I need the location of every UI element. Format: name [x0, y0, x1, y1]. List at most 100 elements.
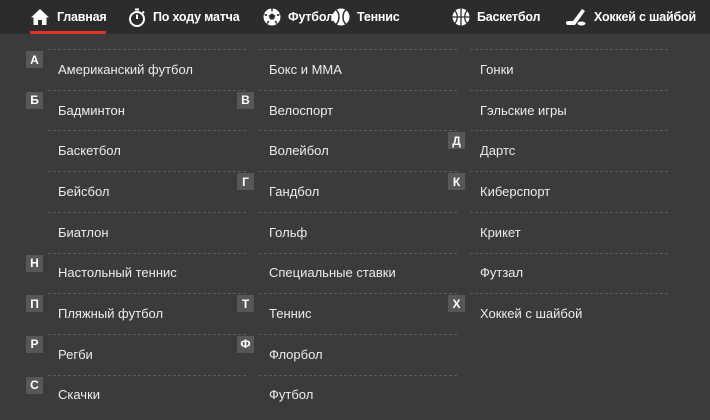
- row-divider: [470, 293, 668, 295]
- sport-list-item[interactable]: Н Настольный теннис: [26, 252, 246, 294]
- sport-list-item[interactable]: П Пляжный футбол: [26, 293, 246, 334]
- top-navigation-bar: Главная По ходу матча Футбол Теннис Баскетбо…: [0, 0, 710, 34]
- row-divider: [470, 130, 668, 132]
- sport-list-item[interactable]: Ф Флорбол: [237, 333, 457, 375]
- sport-list-item[interactable]: Баскетбол: [26, 130, 246, 171]
- sport-link[interactable]: Регби: [58, 347, 93, 362]
- sport-list-item[interactable]: Г Гандбол: [237, 171, 457, 212]
- row-divider: [48, 130, 246, 132]
- sport-link[interactable]: Бокс и ММА: [269, 62, 342, 77]
- row-divider: [470, 211, 668, 213]
- sport-list-item[interactable]: Гольф: [237, 211, 457, 253]
- alphabet-letter-badge: С: [26, 376, 43, 394]
- nav-tab-5[interactable]: Хоккей с шайбой: [565, 0, 696, 34]
- basketball-icon: [452, 8, 470, 26]
- nav-tab-label: По ходу матча: [153, 10, 240, 24]
- sport-link[interactable]: Бейсбол: [58, 184, 110, 199]
- nav-tab-label: Теннис: [357, 10, 400, 24]
- row-divider: [259, 211, 457, 213]
- sport-list-item[interactable]: Гонки: [448, 49, 668, 90]
- nav-tab-1[interactable]: По ходу матча: [128, 0, 240, 34]
- alphabet-letter-badge: Ф: [237, 335, 254, 353]
- sport-list-item[interactable]: Гэльские игры: [448, 89, 668, 131]
- row-divider: [48, 252, 246, 254]
- sport-list-item[interactable]: Т Теннис: [237, 293, 457, 334]
- sport-link[interactable]: Футбол: [269, 387, 313, 402]
- sport-list-item[interactable]: А Американский футбол: [26, 49, 246, 90]
- sport-link[interactable]: Хоккей с шайбой: [480, 306, 582, 321]
- alphabet-letter-badge: Д: [448, 132, 465, 150]
- sport-link[interactable]: Волейбол: [269, 143, 329, 158]
- nav-tab-4[interactable]: Баскетбол: [452, 0, 540, 34]
- soccer-ball-icon: [263, 8, 281, 26]
- sport-list-item[interactable]: Футзал: [448, 252, 668, 294]
- sport-link[interactable]: Специальные ставки: [269, 265, 396, 280]
- alphabet-letter-badge: Н: [26, 254, 43, 272]
- tennis-ball-icon: [332, 8, 350, 26]
- sport-link[interactable]: Баскетбол: [58, 143, 121, 158]
- alphabet-letter-badge: А: [26, 51, 43, 68]
- home-icon: [30, 8, 50, 26]
- sport-link[interactable]: Гонки: [480, 62, 514, 77]
- nav-tab-2[interactable]: Футбол: [263, 0, 334, 34]
- nav-tab-0[interactable]: Главная: [30, 0, 107, 34]
- row-divider: [48, 49, 246, 50]
- row-divider: [48, 293, 246, 295]
- sport-link[interactable]: Бадминтон: [58, 103, 125, 118]
- sport-link[interactable]: Дартс: [480, 143, 515, 158]
- row-divider: [48, 211, 246, 213]
- sport-list-item[interactable]: Футбол: [237, 374, 457, 416]
- stopwatch-icon: [128, 8, 146, 27]
- sport-link[interactable]: Футзал: [480, 265, 523, 280]
- sport-list-item[interactable]: Бейсбол: [26, 171, 246, 212]
- row-divider: [470, 252, 668, 254]
- sport-link[interactable]: Велоспорт: [269, 103, 333, 118]
- row-divider: [259, 89, 457, 91]
- row-divider: [470, 89, 668, 91]
- row-divider: [259, 333, 457, 335]
- row-divider: [470, 49, 668, 50]
- hockey-stick-icon: [565, 8, 587, 26]
- sport-link[interactable]: Скачки: [58, 387, 100, 402]
- sport-list-item[interactable]: Х Хоккей с шайбой: [448, 293, 668, 334]
- nav-tab-label: Хоккей с шайбой: [594, 10, 696, 24]
- sport-link[interactable]: Гэльские игры: [480, 103, 567, 118]
- sport-link[interactable]: Крикет: [480, 225, 521, 240]
- sport-link[interactable]: Киберспорт: [480, 184, 550, 199]
- sport-link[interactable]: Пляжный футбол: [58, 306, 163, 321]
- alphabet-letter-badge: В: [237, 91, 254, 109]
- sport-list-item[interactable]: Волейбол: [237, 130, 457, 171]
- sport-list-item[interactable]: В Велоспорт: [237, 89, 457, 131]
- sport-list-item[interactable]: С Скачки: [26, 374, 246, 416]
- sport-link[interactable]: Гольф: [269, 225, 307, 240]
- sport-list-item[interactable]: Р Регби: [26, 333, 246, 375]
- row-divider: [259, 49, 457, 50]
- row-divider: [48, 89, 246, 91]
- alphabet-letter-badge: Х: [448, 295, 465, 313]
- alphabet-letter-badge: К: [448, 173, 465, 191]
- row-divider: [259, 171, 457, 173]
- sport-link[interactable]: Теннис: [269, 306, 312, 321]
- alphabet-letter-badge: Т: [237, 295, 254, 313]
- row-divider: [259, 293, 457, 295]
- row-divider: [259, 374, 457, 376]
- row-divider: [259, 130, 457, 132]
- sport-link[interactable]: Настольный теннис: [58, 265, 177, 280]
- row-divider: [48, 171, 246, 173]
- sport-list-item[interactable]: Специальные ставки: [237, 252, 457, 294]
- sport-list-item[interactable]: Бокс и ММА: [237, 49, 457, 90]
- sport-list-item[interactable]: Крикет: [448, 211, 668, 253]
- row-divider: [48, 374, 246, 376]
- alphabet-letter-badge: Р: [26, 335, 43, 353]
- sport-link[interactable]: Флорбол: [269, 347, 323, 362]
- sports-index: А Американский футбол Б Бадминтон Баскетбол Б…: [0, 34, 710, 420]
- sport-link[interactable]: Биатлон: [58, 225, 109, 240]
- row-divider: [48, 333, 246, 335]
- sport-list-item[interactable]: Б Бадминтон: [26, 89, 246, 131]
- sport-list-item[interactable]: К Киберспорт: [448, 171, 668, 212]
- nav-tab-3[interactable]: Теннис: [332, 0, 400, 34]
- sport-link[interactable]: Гандбол: [269, 184, 319, 199]
- sport-list-item[interactable]: Биатлон: [26, 211, 246, 253]
- sport-list-item[interactable]: Д Дартс: [448, 130, 668, 171]
- sport-link[interactable]: Американский футбол: [58, 62, 193, 77]
